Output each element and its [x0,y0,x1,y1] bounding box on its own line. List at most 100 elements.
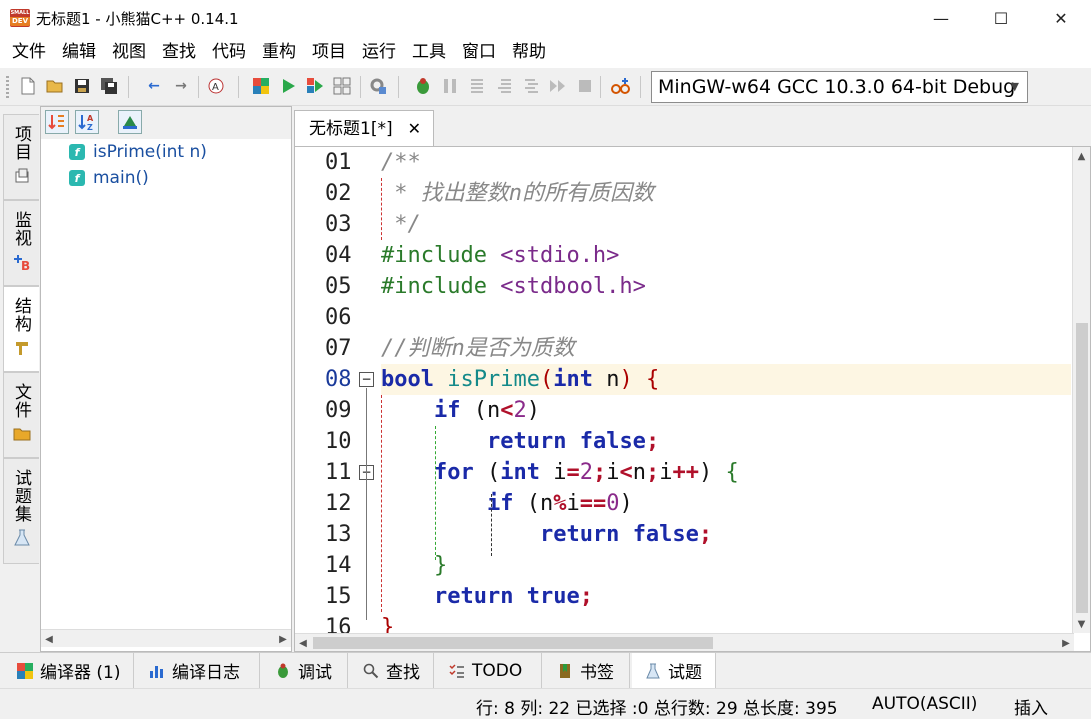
code-line[interactable]: /** [381,147,1071,178]
step-over-icon[interactable] [467,76,487,96]
tab-todo[interactable]: TODO [436,653,542,688]
tab-compiler[interactable]: 编译器 (1) [4,653,134,688]
tab-problemset[interactable]: 试题集 [3,458,39,564]
tab-project[interactable]: 项目 [3,114,39,200]
save-all-icon[interactable] [99,76,119,96]
horizontal-scrollbar[interactable]: ◀ ▶ [295,633,1074,651]
line-number[interactable]: 07 [325,333,365,364]
code-line[interactable]: */ [381,209,1071,240]
menu-file[interactable]: 文件 [4,36,54,68]
code-line[interactable]: * 找出整数n的所有质因数 [381,178,1071,209]
scroll-up-icon[interactable]: ▲ [1073,147,1090,165]
code-line[interactable]: bool isPrime(int n) { [381,364,1071,395]
menu-run[interactable]: 运行 [354,36,404,68]
line-number[interactable]: 05 [325,271,365,302]
vertical-scrollbar[interactable]: ▲ ▼ [1072,147,1090,633]
file-encoding[interactable]: AUTO(ASCII) [872,694,977,714]
code-line[interactable] [381,302,1071,333]
format-code-icon[interactable]: A [206,76,226,96]
line-number[interactable]: 01 [325,147,365,178]
scroll-left-icon[interactable]: ◀ [41,630,57,648]
code-line[interactable]: #include <stdio.h> [381,240,1071,271]
undo-icon[interactable]: ← [144,76,164,96]
redo-icon[interactable]: → [171,76,191,96]
pause-icon[interactable] [440,76,460,96]
line-number[interactable]: 04 [325,240,365,271]
tree-item[interactable]: f isPrime(int n) [69,140,207,164]
menu-code[interactable]: 代码 [204,36,254,68]
compiler-select[interactable]: MinGW-w64 GCC 10.3.0 64-bit Debug ▼ [651,71,1028,103]
code-line[interactable]: if (n<2) [381,395,1071,426]
maximize-button[interactable]: ☐ [978,0,1024,36]
menu-tools[interactable]: 工具 [404,36,454,68]
line-number[interactable]: 06 [325,302,365,333]
tab-bookmarks[interactable]: 书签 [544,653,630,688]
code-line[interactable]: } [381,612,1071,633]
sort-by-type-button[interactable] [45,110,69,134]
open-folder-icon[interactable] [45,76,65,96]
scroll-right-icon[interactable]: ▶ [1058,634,1074,651]
compile-icon[interactable] [251,76,271,96]
code-line[interactable]: return false; [381,519,1071,550]
tree-item[interactable]: f main() [69,166,149,190]
code-line[interactable]: for (int i=2;i<n;i++) { [381,457,1071,488]
fold-toggle-icon[interactable]: − [359,372,374,387]
menu-edit[interactable]: 编辑 [54,36,104,68]
code-line[interactable]: //判断n是否为质数 [381,333,1071,364]
scroll-left-icon[interactable]: ◀ [295,634,311,651]
step-out-icon[interactable] [521,76,541,96]
menu-view[interactable]: 视图 [104,36,154,68]
code-area[interactable]: /** * 找出整数n的所有质因数 */#include <stdio.h> #i… [381,147,1071,633]
close-tab-icon[interactable]: ✕ [408,111,421,147]
save-icon[interactable] [72,76,92,96]
menu-refactor[interactable]: 重构 [254,36,304,68]
scrollbar-thumb[interactable] [1076,323,1088,613]
tab-compile-log[interactable]: 编译日志 [136,653,260,688]
tab-debug[interactable]: 调试 [262,653,348,688]
minimize-button[interactable]: — [918,0,964,36]
line-number[interactable]: 15 [325,581,365,612]
step-into-icon[interactable] [494,76,514,96]
tab-watch[interactable]: 监视 B [3,200,39,286]
code-line[interactable]: if (n%i==0) [381,488,1071,519]
tab-problem[interactable]: 试题 [632,653,716,688]
scrollbar-thumb[interactable] [313,637,713,649]
stop-icon[interactable] [575,76,595,96]
code-line[interactable]: return false; [381,426,1071,457]
sort-alphabetically-button[interactable]: AZ [75,110,99,134]
run-icon[interactable] [278,76,298,96]
tab-files[interactable]: 文件 [3,372,39,458]
line-number[interactable]: 12 [325,488,365,519]
scroll-down-icon[interactable]: ▼ [1073,615,1090,633]
editor-tab[interactable]: 无标题1[*] ✕ [294,110,434,146]
new-file-icon[interactable] [18,76,38,96]
rebuild-icon[interactable] [332,76,352,96]
tab-search[interactable]: 查找 [350,653,434,688]
line-number[interactable]: 09 [325,395,365,426]
add-watch-icon[interactable] [611,76,631,96]
menu-search[interactable]: 查找 [154,36,204,68]
menu-project[interactable]: 项目 [304,36,354,68]
continue-icon[interactable] [548,76,568,96]
menu-window[interactable]: 窗口 [454,36,504,68]
tab-structure[interactable]: 结构 [3,286,39,372]
horizontal-scrollbar[interactable]: ◀ ▶ [41,629,291,647]
line-number[interactable]: 14 [325,550,365,581]
toolbar-grip[interactable] [6,76,9,98]
line-number[interactable]: 02 [325,178,365,209]
code-editor[interactable]: 0102030405060708−091011−1213141516 /** *… [294,146,1091,652]
code-line[interactable]: } [381,550,1071,581]
line-number[interactable]: 13 [325,519,365,550]
debug-icon[interactable] [413,76,433,96]
compile-run-icon[interactable] [305,76,325,96]
scroll-right-icon[interactable]: ▶ [275,630,291,648]
code-line[interactable]: return true; [381,581,1071,612]
options-icon[interactable] [368,76,388,96]
line-number[interactable]: 10 [325,426,365,457]
code-line[interactable]: #include <stdbool.h> [381,271,1071,302]
menu-help[interactable]: 帮助 [504,36,554,68]
close-button[interactable]: ✕ [1038,0,1084,36]
show-inherited-button[interactable] [118,110,142,134]
line-number[interactable]: 03 [325,209,365,240]
